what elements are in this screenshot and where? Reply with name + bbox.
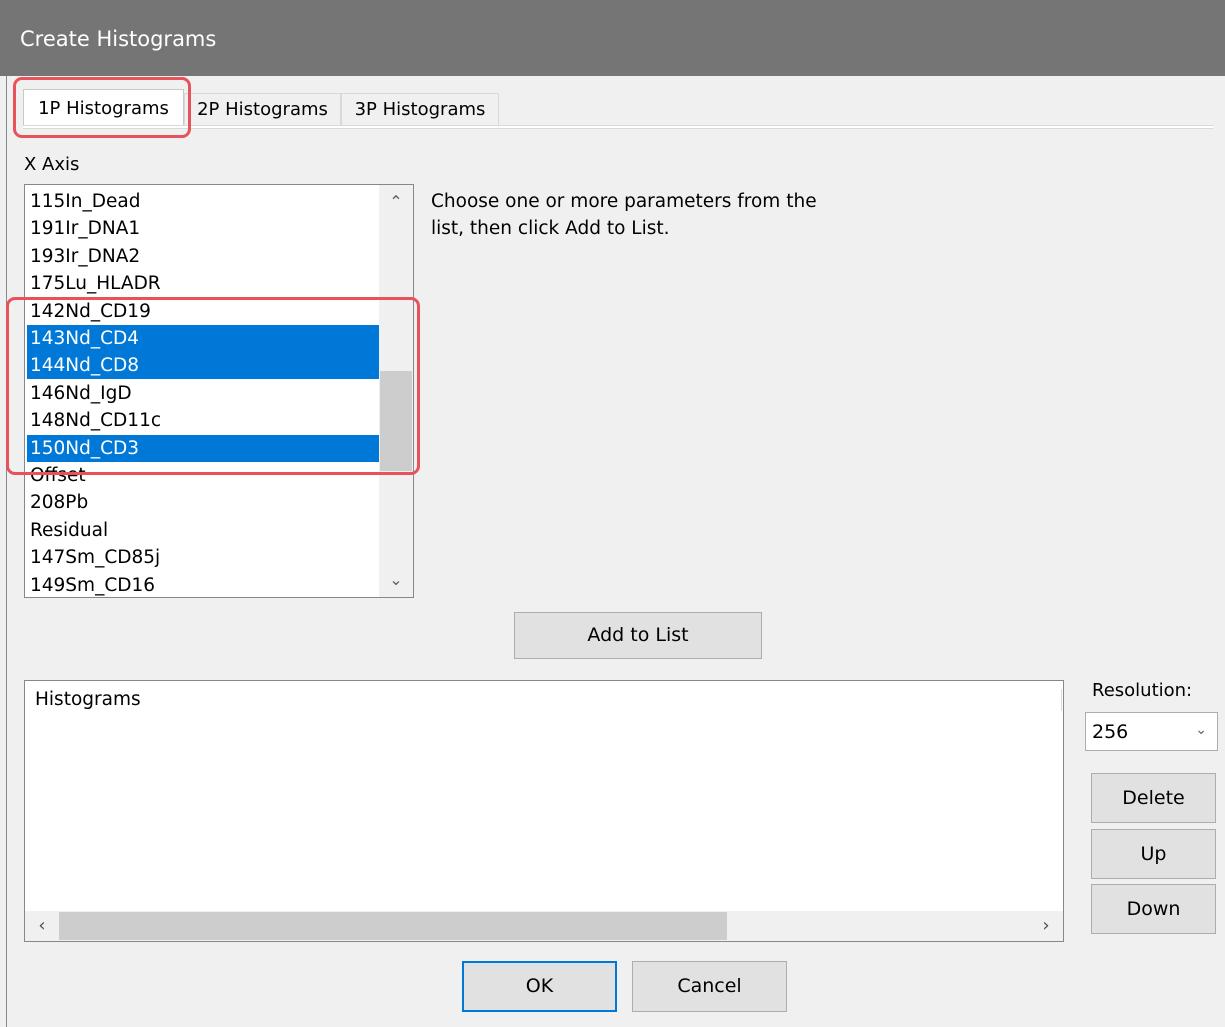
list-item[interactable]: 193Ir_DNA2 — [27, 243, 379, 270]
list-scroll-thumb[interactable] — [380, 371, 412, 471]
list-vertical-scrollbar[interactable]: ⌃ ⌄ — [379, 185, 413, 597]
tab-3p-histograms[interactable]: 3P Histograms — [341, 93, 499, 125]
add-to-list-button[interactable]: Add to List — [514, 612, 762, 659]
list-item[interactable]: 144Nd_CD8 — [27, 352, 379, 380]
list-item[interactable]: Residual — [27, 517, 379, 544]
histograms-header: Histograms — [35, 689, 141, 710]
resolution-value: 256 — [1092, 721, 1129, 743]
scroll-right-arrow-icon[interactable]: › — [1029, 911, 1063, 941]
list-item[interactable]: 175Lu_HLADR — [27, 270, 379, 297]
histograms-horizontal-scrollbar[interactable]: ‹ › — [25, 911, 1063, 941]
title-bar[interactable]: Create Histograms — [0, 0, 1225, 76]
list-item[interactable]: 146Nd_IgD — [27, 380, 379, 407]
list-item[interactable]: 142Nd_CD19 — [27, 298, 379, 325]
tab-1p-histograms[interactable]: 1P Histograms — [23, 89, 184, 125]
tab-2p-histograms[interactable]: 2P Histograms — [184, 93, 341, 125]
histograms-list[interactable]: Histograms ‹ › — [24, 680, 1064, 942]
histograms-scroll-thumb[interactable] — [59, 912, 727, 940]
delete-button[interactable]: Delete — [1091, 773, 1216, 823]
x-axis-parameter-list[interactable]: 115In_Dead 191Ir_DNA1 193Ir_DNA2 175Lu_HLAD… — [24, 184, 414, 598]
list-item[interactable]: 208Pb — [27, 489, 379, 516]
list-item[interactable]: Offset — [27, 462, 379, 489]
list-item[interactable]: 147Sm_CD85j — [27, 544, 379, 571]
ok-button[interactable]: OK — [462, 961, 617, 1012]
list-item[interactable]: 150Nd_CD3 — [27, 434, 379, 462]
cancel-button[interactable]: Cancel — [632, 961, 787, 1012]
scroll-down-arrow-icon[interactable]: ⌄ — [379, 565, 413, 595]
up-button[interactable]: Up — [1091, 829, 1216, 879]
window-title: Create Histograms — [20, 27, 217, 51]
help-text: Choose one or more parameters from the l… — [431, 191, 817, 239]
down-button[interactable]: Down — [1091, 884, 1216, 934]
list-item[interactable]: 143Nd_CD4 — [27, 325, 379, 352]
list-item[interactable]: 191Ir_DNA1 — [27, 215, 379, 242]
resolution-label: Resolution: — [1092, 680, 1193, 701]
x-axis-label: X Axis — [24, 154, 80, 175]
scroll-up-arrow-icon[interactable]: ⌃ — [379, 187, 413, 217]
resolution-select[interactable]: 256 ⌄ — [1085, 712, 1218, 751]
list-item[interactable]: 148Nd_CD11c — [27, 407, 379, 434]
scroll-left-arrow-icon[interactable]: ‹ — [25, 911, 59, 941]
column-divider — [1061, 689, 1062, 711]
list-item[interactable]: 149Sm_CD16 — [27, 572, 379, 597]
chevron-down-icon: ⌄ — [1195, 722, 1207, 738]
list-item[interactable]: 115In_Dead — [27, 188, 379, 215]
